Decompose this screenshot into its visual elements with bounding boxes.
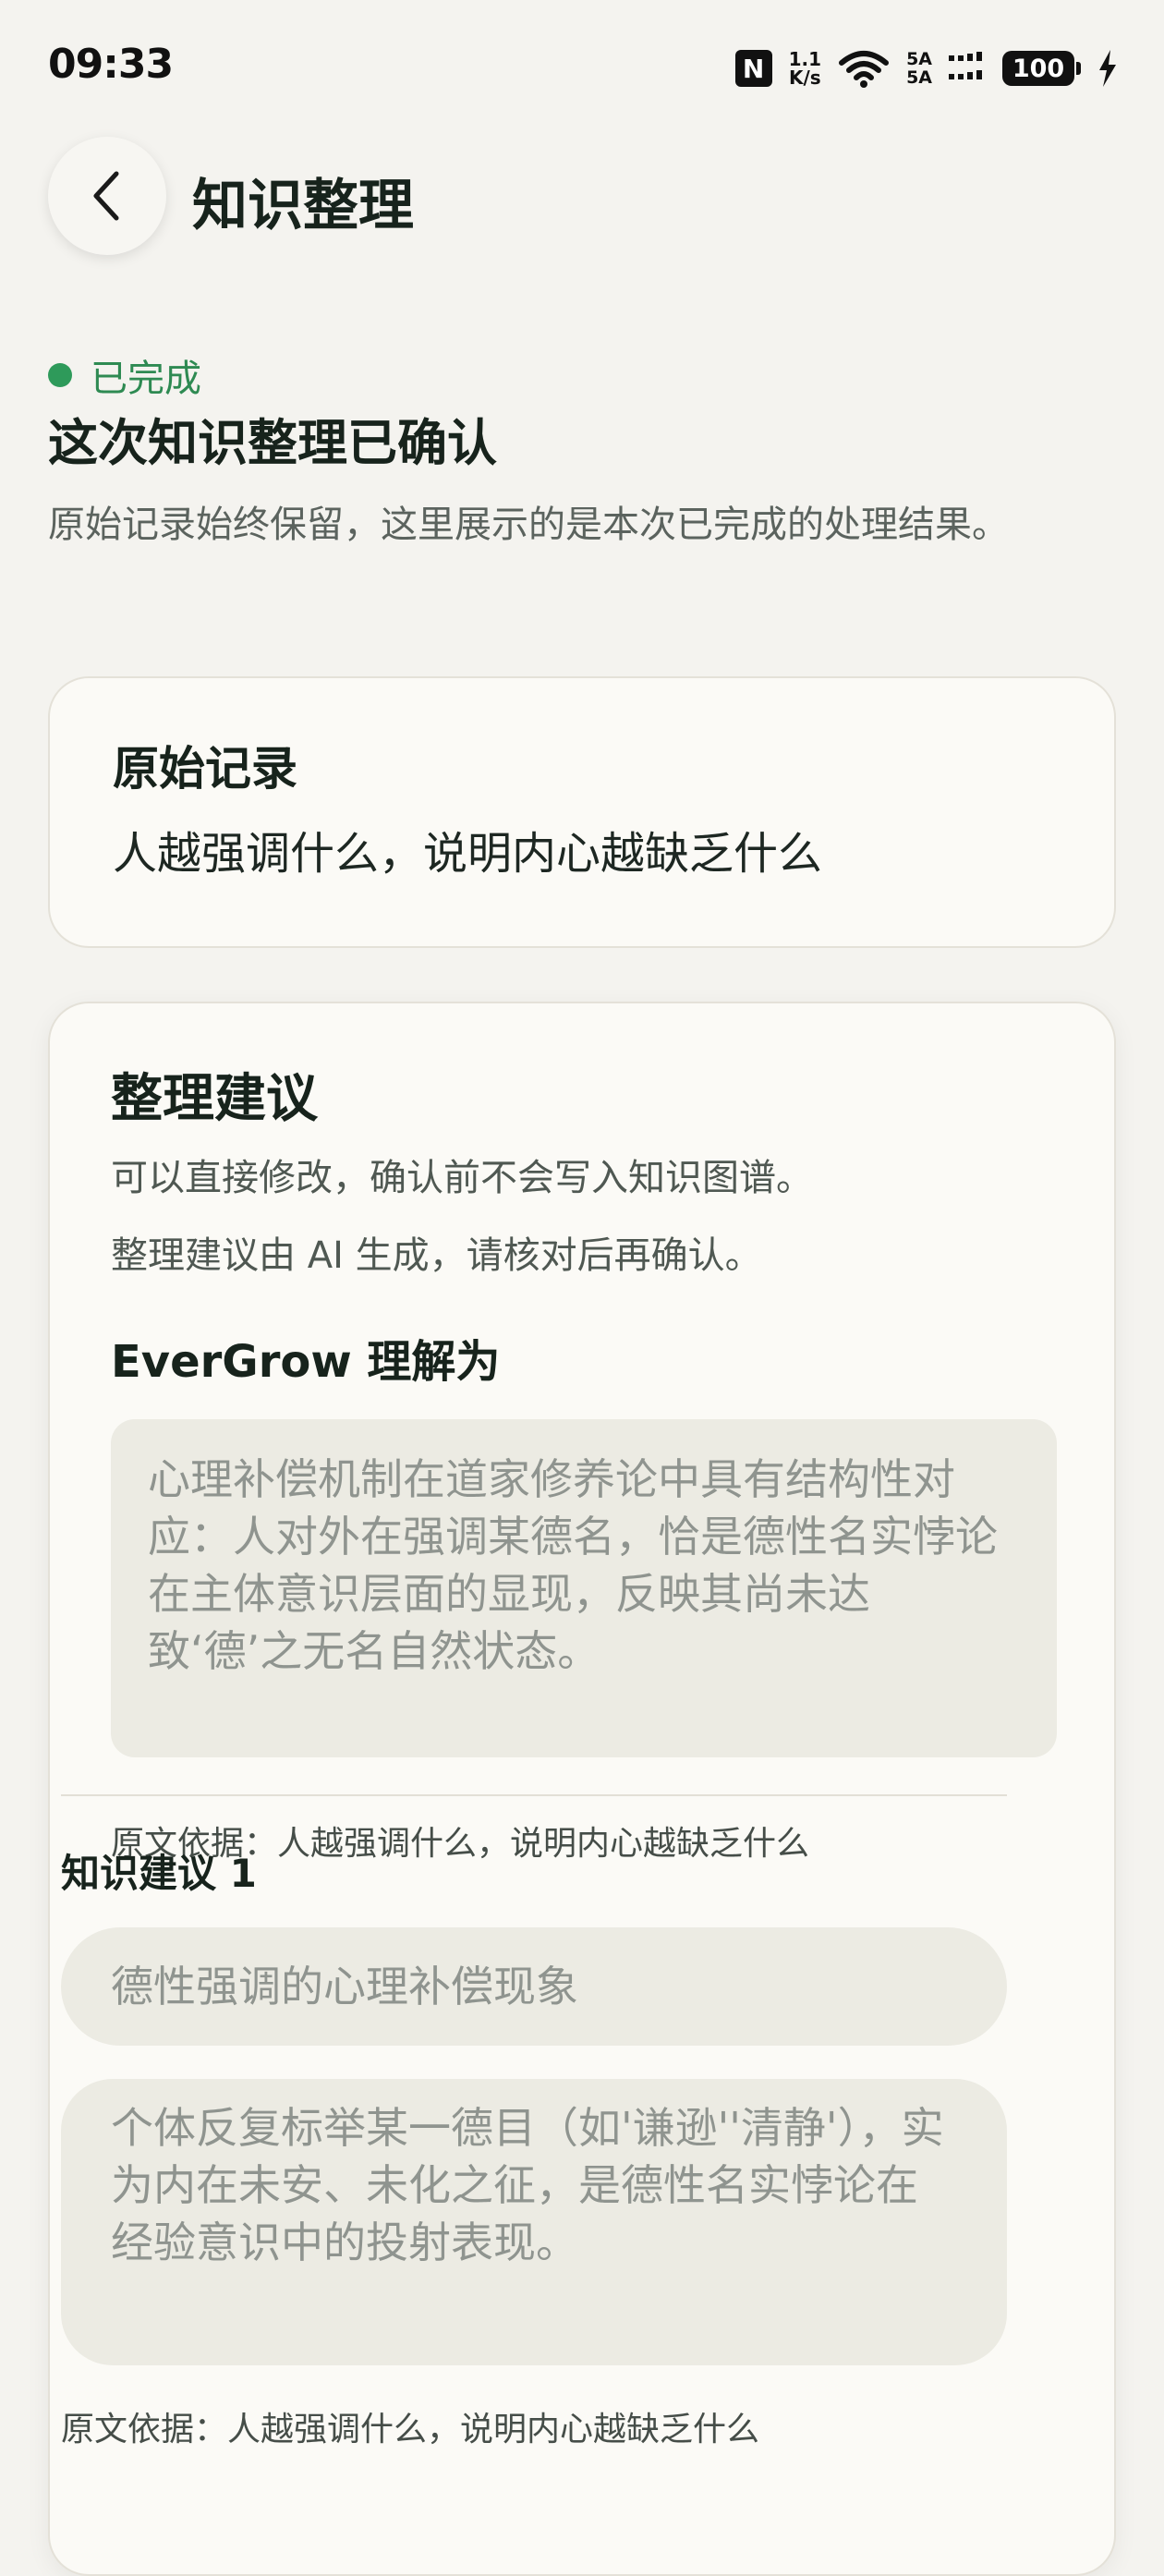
understanding-textarea[interactable]: 心理补偿机制在道家修养论中具有结构性对应：人对外在强调某德名，恰是德性名实悖论在…	[111, 1419, 1057, 1757]
knowledge-basis: 原文依据：人越强调什么，说明内心越缺乏什么	[61, 2411, 760, 2448]
page-title: 知识整理	[192, 174, 414, 238]
original-record-heading: 原始记录	[113, 742, 297, 796]
network-speed-value: 1.1	[788, 48, 822, 70]
status-indicators: N 1.1 K/s 5A 5A 100	[734, 44, 1118, 92]
ai-generated-note: 整理建议由 AI 生成，请核对后再确认。	[111, 1234, 762, 1277]
sim-network-labels: 5A 5A	[906, 50, 932, 87]
original-record-card: 原始记录 人越强调什么，说明内心越缺乏什么	[48, 676, 1116, 948]
knowledge-suggestion-label: 知识建议 1	[61, 1851, 257, 1896]
wifi-icon	[838, 48, 890, 89]
network-speed-unit: K/s	[788, 67, 821, 89]
original-record-text: 人越强调什么，说明内心越缺乏什么	[113, 828, 823, 880]
chevron-left-icon	[93, 171, 119, 221]
completion-status: 已完成 这次知识整理已确认 原始记录始终保留，这里展示的是本次已完成的处理结果。	[48, 349, 1120, 558]
status-badge: 已完成	[48, 349, 1120, 401]
sim2-label: 5A	[906, 67, 932, 88]
charging-icon	[1097, 50, 1118, 87]
battery-tip	[1076, 62, 1081, 75]
suggestion-heading: 整理建议	[111, 1069, 318, 1129]
network-speed: 1.1 K/s	[789, 50, 821, 87]
battery-indicator: 100	[1002, 51, 1081, 86]
status-bar: 09:33 N 1.1 K/s 5A 5A 100	[0, 0, 1164, 129]
app-header: 知识整理	[0, 137, 1164, 257]
understanding-label: EverGrow 理解为	[111, 1336, 501, 1388]
status-badge-label: 已完成	[91, 358, 201, 400]
status-dot-icon	[48, 363, 72, 387]
nfc-icon: N	[734, 50, 772, 87]
sim1-label: 5A	[906, 49, 932, 69]
editable-note: 可以直接修改，确认前不会写入知识图谱。	[111, 1157, 813, 1199]
signal-icon	[949, 50, 986, 87]
status-time: 09:33	[48, 41, 174, 88]
confirmation-title: 这次知识整理已确认	[48, 414, 497, 472]
confirmation-description: 原始记录始终保留，这里展示的是本次已完成的处理结果。	[48, 504, 1009, 546]
back-button[interactable]	[48, 137, 166, 255]
section-divider	[61, 1794, 1007, 1796]
battery-level: 100	[1002, 51, 1074, 86]
knowledge-title-input[interactable]: 德性强调的心理补偿现象	[61, 1927, 1007, 2046]
knowledge-body-textarea[interactable]: 个体反复标举某一德目（如'谦逊''清静'），实为内在未安、未化之征，是德性名实悖…	[61, 2079, 1007, 2365]
